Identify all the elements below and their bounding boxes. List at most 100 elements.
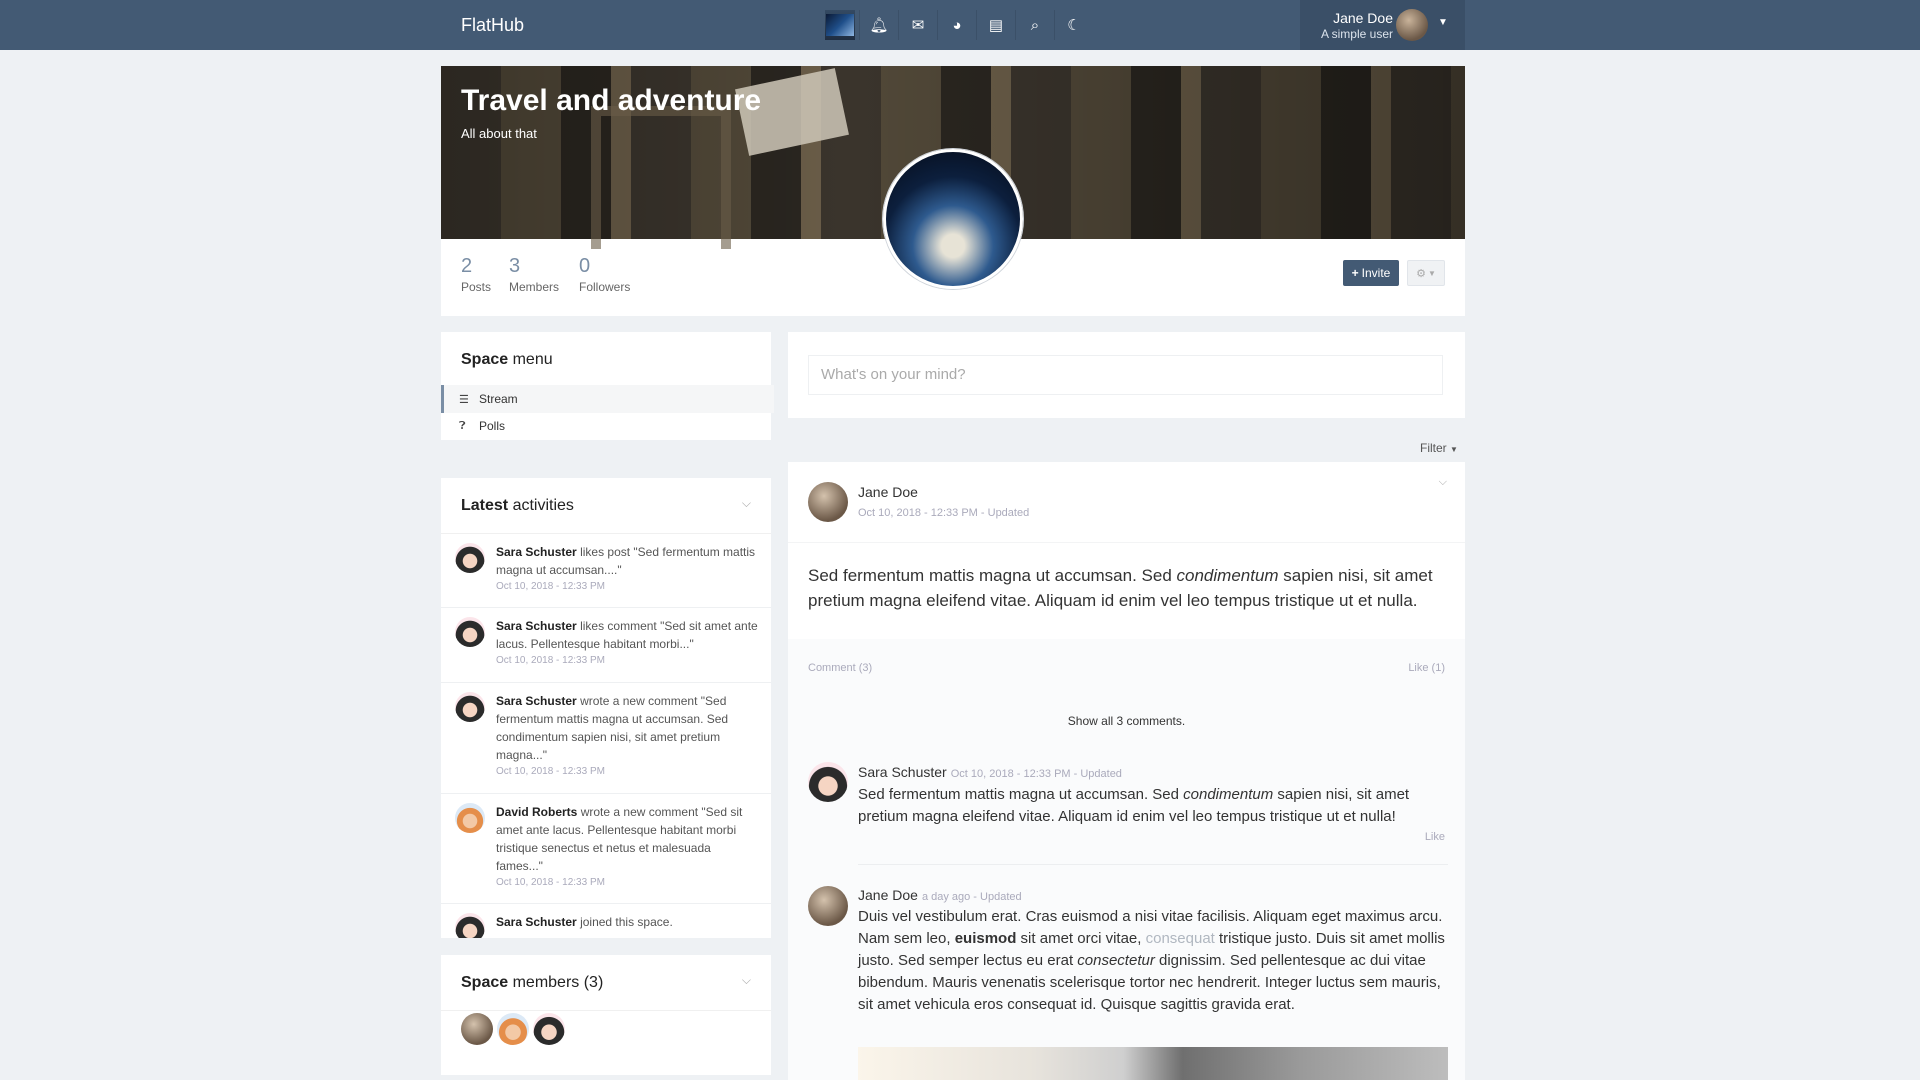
activity-item[interactable]: Sara Schuster joined this space. <box>441 903 771 938</box>
member-avatar[interactable] <box>533 1013 565 1045</box>
chevron-down-icon[interactable]: ⌵ <box>1439 476 1447 489</box>
post-timestamp[interactable]: Oct 10, 2018 - 12:33 PM - Updated <box>858 507 1029 519</box>
invite-button[interactable]: + Invite <box>1343 260 1399 286</box>
banner-window-frame <box>591 106 731 249</box>
divider <box>858 864 1448 865</box>
show-all-comments-link[interactable]: Show all 3 comments. <box>788 714 1465 728</box>
activity-item[interactable]: David Roberts wrote a new comment "Sed s… <box>441 793 771 904</box>
invite-label: Invite <box>1361 266 1391 280</box>
stream-post: Jane Doe Oct 10, 2018 - 12:33 PM - Updat… <box>788 462 1465 1080</box>
activity-time: Oct 10, 2018 - 12:33 PM <box>496 581 605 592</box>
caret-down-icon: ▼ <box>1438 17 1448 28</box>
comment-text: Duis vel vestibulum erat. Cras euismod a… <box>858 908 1445 1013</box>
chevron-down-icon[interactable]: ⌵ <box>742 973 751 988</box>
counter-label: Followers <box>579 280 631 294</box>
post-input[interactable]: What's on your mind? <box>808 355 1443 395</box>
activity-text: Sara Schuster joined this space. <box>496 915 673 929</box>
post-author[interactable]: Jane Doe <box>858 484 918 500</box>
envelope-icon[interactable]: ✉ <box>898 10 937 40</box>
avatar <box>455 692 485 722</box>
activity-text: Sara Schuster likes post "Sed fermentum … <box>496 543 758 595</box>
space-title: Travel and adventure <box>461 84 762 117</box>
comment-header: Jane Doe a day ago - Updated <box>858 887 1022 903</box>
caret-down-icon: ▼ <box>1427 268 1436 278</box>
menu-item-label: Stream <box>479 392 518 406</box>
comment-author[interactable]: Sara Schuster <box>858 764 947 780</box>
menu-item-stream[interactable]: ☰ Stream <box>441 385 774 413</box>
counter-label: Posts <box>461 280 492 294</box>
menu-item-label: Polls <box>479 419 506 433</box>
member-avatar[interactable] <box>461 1013 493 1045</box>
post-content: Sed fermentum mattis magna ut accumsan. … <box>808 566 1433 610</box>
activity-item[interactable]: Sara Schuster wrote a new comment "Sed f… <box>441 682 771 794</box>
activity-time: Oct 10, 2018 - 12:33 PM <box>496 877 605 888</box>
comment-link[interactable]: Comment (3) <box>808 662 872 674</box>
activity-item[interactable]: Sara Schuster likes comment "Sed sit ame… <box>441 607 771 683</box>
space-members-header[interactable]: Space members (3) ⌵ <box>441 955 771 1011</box>
member-avatar[interactable] <box>497 1013 529 1045</box>
space-thumbnail-button[interactable] <box>825 10 855 40</box>
top-nav-icons: 🔔︎ ✉ ◕ ▤ ⌕ ☾ <box>825 10 1093 40</box>
comment-like-link[interactable]: Like <box>1425 831 1445 843</box>
filter-dropdown[interactable]: Filter ▼ <box>1420 441 1458 455</box>
latest-activities-header[interactable]: Latest activities ⌵ <box>441 478 771 534</box>
counter-value: 0 <box>579 255 591 277</box>
avatar[interactable] <box>808 762 848 802</box>
dashboard-icon[interactable]: ◕ <box>937 10 976 40</box>
activity-text: Sara Schuster likes comment "Sed sit ame… <box>496 617 758 669</box>
activity-time: Oct 10, 2018 - 12:33 PM <box>496 655 605 666</box>
avatar <box>455 543 485 573</box>
search-icon[interactable]: ⌕ <box>1015 10 1054 40</box>
avatar <box>455 617 485 647</box>
question-circle-icon: ❓︎ <box>459 419 466 432</box>
moon-icon[interactable]: ☾ <box>1054 10 1093 40</box>
latest-activities-panel: Latest activities ⌵ Sara Schuster likes … <box>441 478 771 938</box>
comment-header: Sara Schuster Oct 10, 2018 - 12:33 PM - U… <box>858 764 1122 780</box>
space-members-panel: Space members (3) ⌵ <box>441 955 771 1075</box>
space-profile-image <box>883 149 1023 289</box>
space-settings-button[interactable]: ⚙ ▼ <box>1407 260 1445 286</box>
bell-icon[interactable]: 🔔︎ <box>859 10 898 40</box>
counter-followers[interactable]: 0 Followers <box>579 256 630 294</box>
user-avatar <box>1396 9 1428 41</box>
space-subtitle: All about that <box>461 126 537 141</box>
activity-text: David Roberts wrote a new comment "Sed s… <box>496 803 758 891</box>
menu-item-polls[interactable]: ❓︎ Polls <box>441 412 771 440</box>
panel-title: Space menu <box>461 351 553 368</box>
comment-author[interactable]: Jane Doe <box>858 887 918 903</box>
space-thumbnail-image <box>826 14 854 36</box>
plus-icon: + <box>1351 266 1359 280</box>
chevron-down-icon[interactable]: ⌵ <box>742 496 751 511</box>
counter-members[interactable]: 3 Members <box>509 256 559 294</box>
comment-timestamp[interactable]: a day ago - Updated <box>922 891 1022 903</box>
comment-attachment-image[interactable] <box>858 1047 1448 1080</box>
panel-title: Space members (3) <box>461 974 604 991</box>
avatar <box>455 803 485 833</box>
activity-text: Sara Schuster wrote a new comment "Sed f… <box>496 692 758 780</box>
brand-logo[interactable]: FlatHub <box>461 15 524 36</box>
gear-icon: ⚙ <box>1416 267 1426 280</box>
comment-text: Sed fermentum mattis magna ut accumsan. … <box>858 786 1410 825</box>
counter-posts[interactable]: 2 Posts <box>461 256 491 294</box>
user-menu[interactable]: Jane Doe A simple user ▼ <box>1300 0 1465 50</box>
bars-icon: ☰ <box>459 393 469 406</box>
avatar[interactable] <box>808 886 848 926</box>
post-composer: What's on your mind? <box>788 332 1465 418</box>
counter-value: 2 <box>461 255 473 277</box>
avatar[interactable] <box>808 482 848 522</box>
activity-time: Oct 10, 2018 - 12:33 PM <box>496 766 605 777</box>
panel-title: Latest activities <box>461 497 574 514</box>
counter-label: Members <box>509 280 560 294</box>
space-menu-header: Space menu <box>441 332 771 388</box>
comment-timestamp[interactable]: Oct 10, 2018 - 12:33 PM - Updated <box>951 768 1122 780</box>
top-navbar: FlatHub 🔔︎ ✉ ◕ ▤ ⌕ ☾ Jane Doe A simple u… <box>0 0 1920 50</box>
activity-item[interactable]: Sara Schuster likes post "Sed fermentum … <box>441 533 771 608</box>
book-icon[interactable]: ▤ <box>976 10 1015 40</box>
user-name: Jane Doe <box>1333 10 1393 26</box>
avatar <box>455 913 485 938</box>
caret-down-icon: ▼ <box>1450 445 1458 454</box>
like-link[interactable]: Like (1) <box>1408 662 1445 674</box>
divider <box>788 542 1465 543</box>
space-header: Travel and adventure All about that 2 Po… <box>441 66 1465 316</box>
inline-link[interactable]: consequat <box>1146 930 1215 947</box>
